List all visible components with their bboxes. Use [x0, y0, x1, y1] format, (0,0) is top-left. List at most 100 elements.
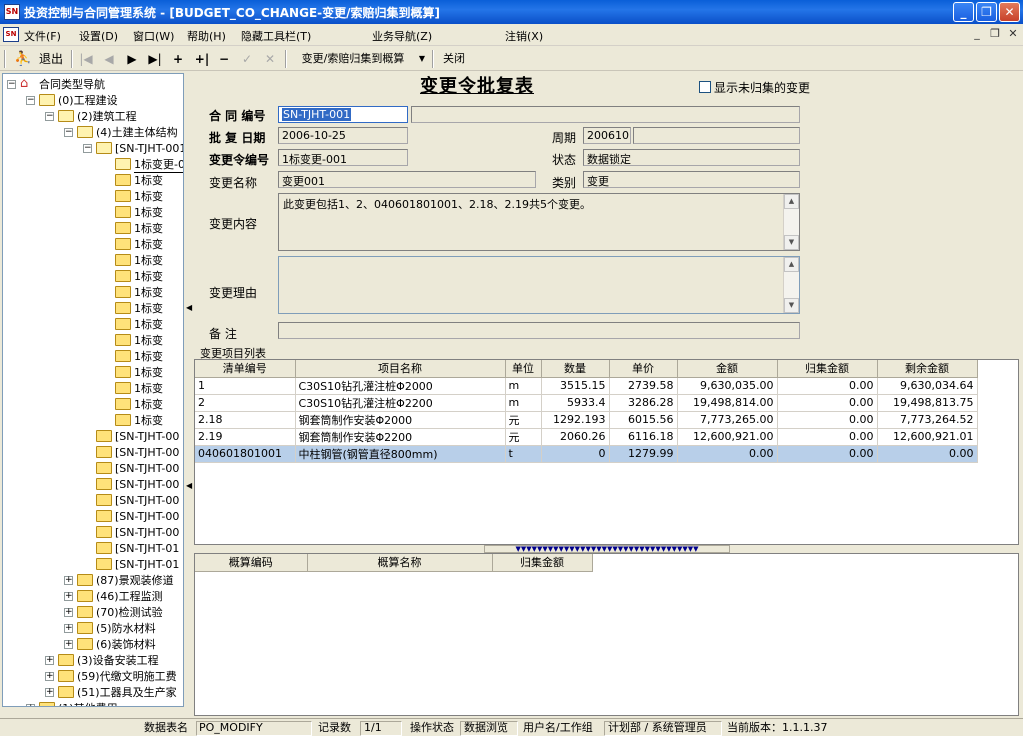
column-header[interactable]: 归集金额 [777, 360, 878, 378]
table-cell[interactable]: 6116.18 [609, 428, 678, 446]
table-cell[interactable]: t [505, 445, 542, 463]
period-field[interactable]: 200610 [583, 127, 631, 144]
column-header[interactable]: 归集金额 [492, 554, 593, 572]
tree-node[interactable]: 1标变 [3, 284, 183, 300]
table-cell[interactable]: 0.00 [777, 394, 878, 412]
scroll-down-icon[interactable]: ▼ [784, 298, 799, 313]
table-cell[interactable]: 2739.58 [609, 376, 678, 395]
tree-node[interactable]: − (0)工程建设 [3, 92, 183, 108]
add-record-icon[interactable]: + [170, 50, 186, 68]
table-cell[interactable]: 元 [505, 411, 542, 429]
tree-node[interactable]: 1标变 [3, 204, 183, 220]
table-cell[interactable]: 040601801001 [195, 445, 296, 463]
collapse-icon[interactable]: − [7, 79, 16, 89]
column-header[interactable]: 剩余金额 [877, 360, 978, 378]
insert-record-icon[interactable]: +| [193, 50, 211, 68]
minimize-button[interactable]: _ [953, 2, 974, 22]
collapse-left-icon[interactable]: ◀ [186, 302, 192, 314]
reason-textarea[interactable]: ▲ ▼ [278, 256, 800, 314]
close-button[interactable]: 关闭 [440, 50, 468, 68]
show-uncollected-checkbox[interactable] [699, 81, 711, 93]
change-name-field[interactable]: 变更001 [278, 171, 536, 188]
table-cell[interactable]: 元 [505, 428, 542, 446]
column-header[interactable]: 单位 [505, 360, 542, 378]
column-header[interactable]: 概算编码 [195, 554, 308, 572]
table-cell[interactable]: 钢套筒制作安装Φ2000 [295, 411, 506, 429]
scroll-up-icon[interactable]: ▲ [784, 194, 799, 209]
tree-node[interactable]: 1标变 [3, 220, 183, 236]
tree-node[interactable]: [SN-TJHT-00 [3, 460, 183, 476]
expand-icon[interactable]: + [26, 703, 35, 706]
tree-node[interactable]: 1标变 [3, 380, 183, 396]
menu-file[interactable]: 文件(F) [24, 28, 61, 44]
prev-record-icon[interactable]: ◀ [101, 50, 117, 68]
tree-node[interactable]: [SN-TJHT-00 [3, 508, 183, 524]
column-header[interactable]: 项目名称 [295, 360, 506, 378]
tree-node[interactable]: 1标变更-001 [3, 156, 183, 173]
tree-node[interactable]: − (2)建筑工程 [3, 108, 183, 124]
table-cell[interactable]: C30S10钻孔灌注桩Φ2200 [295, 394, 506, 412]
table-cell[interactable]: 3286.28 [609, 394, 678, 412]
table-cell[interactable]: 9,630,035.00 [677, 376, 778, 395]
table-row[interactable]: 2.19 钢套筒制作安装Φ2200 元 2060.26 6116.18 12,600,92… [195, 428, 978, 446]
column-header[interactable]: 概算名称 [307, 554, 493, 572]
collapse-left-icon[interactable]: ◀ [186, 480, 192, 492]
tree-node[interactable]: [SN-TJHT-00 [3, 524, 183, 540]
table-cell[interactable]: 9,630,034.64 [877, 376, 978, 395]
restore-button[interactable]: ❐ [976, 2, 997, 22]
document-icon[interactable]: SN [3, 27, 19, 42]
tree-node[interactable]: + (51)工器具及生产家 [3, 684, 183, 700]
table-row[interactable]: 2 C30S10钻孔灌注桩Φ2200 m 5933.4 3286.28 19,498,81… [195, 394, 978, 412]
dropdown-arrow-icon[interactable]: ▼ [417, 50, 427, 68]
status-field[interactable]: 数据锁定 [583, 149, 800, 166]
tree-node[interactable]: 1标变 [3, 188, 183, 204]
last-record-icon[interactable]: ▶| [147, 50, 163, 68]
expand-icon[interactable]: + [64, 607, 73, 617]
table-cell[interactable]: m [505, 394, 542, 412]
table-cell[interactable]: 12,600,921.01 [877, 428, 978, 446]
mdi-close-icon[interactable]: ✕ [1006, 28, 1020, 41]
table-cell[interactable]: 0.00 [777, 428, 878, 446]
tree-node[interactable]: + (6)装饰材料 [3, 636, 183, 652]
exit-icon[interactable]: ⛹ [14, 50, 31, 68]
tree-node[interactable]: + (59)代缴文明施工费 [3, 668, 183, 684]
collapse-icon[interactable]: − [64, 127, 73, 137]
menu-settings[interactable]: 设置(D) [79, 28, 118, 44]
menu-logout[interactable]: 注销(X) [505, 28, 543, 44]
table-cell[interactable]: 2 [195, 394, 296, 412]
tree-node[interactable]: + (3)设备安装工程 [3, 652, 183, 668]
table-cell[interactable]: 19,498,814.00 [677, 394, 778, 412]
tree-node[interactable]: [SN-TJHT-00 [3, 476, 183, 492]
tree-node[interactable]: + (5)防水材料 [3, 620, 183, 636]
column-header[interactable]: 数量 [541, 360, 610, 378]
tree-node[interactable]: − [SN-TJHT-001] [3, 140, 183, 156]
table-cell[interactable]: 7,773,264.52 [877, 411, 978, 429]
scroll-down-icon[interactable]: ▼ [784, 235, 799, 250]
table-cell[interactable]: 2.19 [195, 428, 296, 446]
table-cell[interactable]: 6015.56 [609, 411, 678, 429]
table-cell[interactable]: m [505, 376, 542, 395]
table-cell[interactable]: 0.00 [777, 445, 878, 463]
table-cell[interactable]: 1 [195, 376, 296, 395]
tree-node[interactable]: [SN-TJHT-01 [3, 540, 183, 556]
content-scrollbar[interactable]: ▲ ▼ [783, 194, 799, 250]
collapse-icon[interactable]: − [45, 111, 54, 121]
cancel-icon[interactable]: ✕ [262, 50, 278, 68]
period-extra-field[interactable] [633, 127, 800, 144]
contract-name-field[interactable] [411, 106, 800, 123]
table-cell[interactable]: 12,600,921.00 [677, 428, 778, 446]
grid-splitter[interactable]: ▼▼▼▼▼▼▼▼▼▼▼▼▼▼▼▼▼▼▼▼▼▼▼▼▼▼▼▼▼▼▼▼▼▼ [484, 545, 730, 553]
tree-node[interactable]: + (46)工程监测 [3, 588, 183, 604]
reason-scrollbar[interactable]: ▲ ▼ [783, 257, 799, 313]
table-cell[interactable]: 3515.15 [541, 376, 610, 395]
tree-node[interactable]: + (70)检测试验 [3, 604, 183, 620]
collect-to-budget-button[interactable]: 变更/索赔归集到概算 [293, 50, 413, 68]
expand-icon[interactable]: + [64, 623, 73, 633]
table-cell[interactable]: 2060.26 [541, 428, 610, 446]
table-cell[interactable]: C30S10钻孔灌注桩Φ2000 [295, 376, 506, 395]
table-cell[interactable]: 0.00 [877, 445, 978, 463]
table-cell[interactable]: 1279.99 [609, 445, 678, 463]
expand-icon[interactable]: + [45, 687, 54, 697]
mdi-minimize-icon[interactable]: _ [970, 28, 984, 41]
approve-date-field[interactable]: 2006-10-25 [278, 127, 408, 144]
